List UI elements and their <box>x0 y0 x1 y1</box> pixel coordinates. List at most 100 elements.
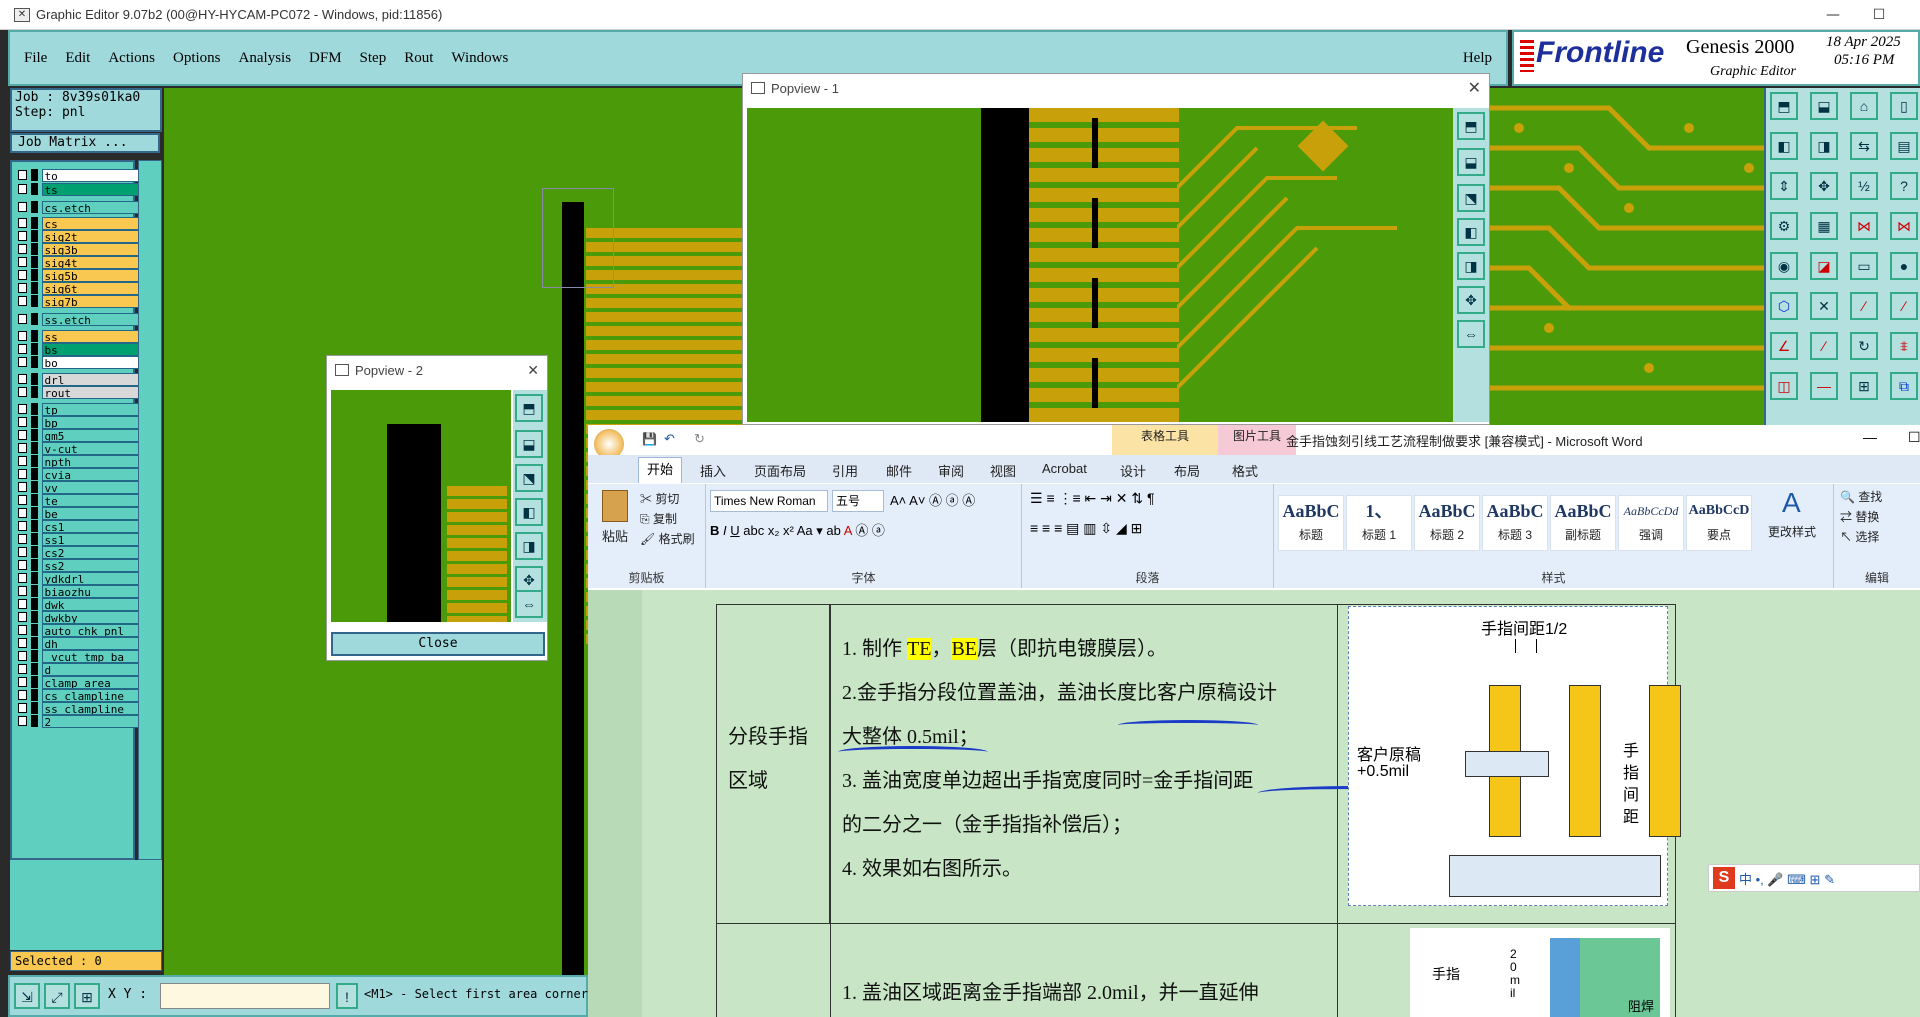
job-matrix-button[interactable]: Job Matrix ... <box>10 133 160 153</box>
layer-row[interactable]: sig6t <box>14 281 142 295</box>
layer-row[interactable]: sig2t <box>14 229 142 243</box>
tab-home[interactable]: 开始 <box>638 457 682 483</box>
format-painter-button[interactable]: 🖌 格式刷 <box>640 530 695 547</box>
layer-checkbox[interactable] <box>18 690 27 700</box>
menu-actions[interactable]: Actions <box>108 50 155 67</box>
layer-name[interactable]: ss2 <box>41 558 142 572</box>
layer-row[interactable]: clamp_area <box>14 675 142 689</box>
menu-step[interactable]: Step <box>360 50 387 67</box>
layer-name[interactable]: bs <box>41 342 142 356</box>
layer-name[interactable]: cvia <box>41 467 142 481</box>
layer-row[interactable]: ydkdrl <box>14 571 142 585</box>
layer-name[interactable]: cs <box>41 216 142 230</box>
layer-checkbox[interactable] <box>18 508 27 518</box>
save-icon[interactable]: 💾 <box>642 432 657 446</box>
tool-icon[interactable]: ⬒ <box>1770 92 1798 120</box>
layer-name[interactable]: bp <box>41 415 142 429</box>
layer-checkbox[interactable] <box>18 443 27 453</box>
layer-checkbox[interactable] <box>18 586 27 596</box>
change-styles-icon[interactable]: A <box>1782 487 1801 519</box>
layer-row[interactable]: dwkby <box>14 610 142 624</box>
menu-file[interactable]: File <box>24 50 47 67</box>
layer-affected-marker[interactable] <box>30 201 38 213</box>
layer-name[interactable]: auto_chk_pnl <box>41 623 142 637</box>
font-format-icons[interactable]: B I U abc x₂ x² Aa ▾ ab A Ⓐ ⓐ <box>710 520 885 539</box>
tool-icon[interactable]: ⧉ <box>1890 372 1918 400</box>
layer-affected-marker[interactable] <box>30 442 38 454</box>
zoom-icon[interactable]: ⇲ <box>14 983 40 1009</box>
layer-row[interactable]: cs_clampline <box>14 688 142 702</box>
layer-row[interactable]: dh <box>14 636 142 650</box>
pan-right-icon[interactable]: ◨ <box>515 532 543 560</box>
menu-dfm[interactable]: DFM <box>309 50 342 67</box>
layer-affected-marker[interactable] <box>30 217 38 229</box>
tool-icon[interactable]: ◨ <box>1810 132 1838 160</box>
layer-name[interactable]: _vcut_tmp_ba <box>41 649 142 663</box>
pan-left-icon[interactable]: ◧ <box>515 498 543 526</box>
layer-affected-marker[interactable] <box>30 572 38 584</box>
move-icon[interactable]: ⇔ <box>1457 320 1485 348</box>
tool-icon[interactable]: ◫ <box>1770 372 1798 400</box>
layer-checkbox[interactable] <box>18 625 27 635</box>
layer-affected-marker[interactable] <box>30 559 38 571</box>
layer-checkbox[interactable] <box>18 344 27 354</box>
layer-affected-marker[interactable] <box>30 282 38 294</box>
layer-checkbox[interactable] <box>18 677 27 687</box>
layer-checkbox[interactable] <box>18 184 27 194</box>
layer-checkbox[interactable] <box>18 560 27 570</box>
layer-name[interactable]: dh <box>41 636 142 650</box>
list-icons[interactable]: ☰ ≡ ⋮≡ ⇤ ⇥ ✕ ⇅ ¶ <box>1030 490 1155 507</box>
layer-name[interactable]: sig3b <box>41 242 142 256</box>
layer-name[interactable]: bo <box>41 355 142 369</box>
layer-checkbox[interactable] <box>18 482 27 492</box>
style-heading-1[interactable]: 1、 标题 1 <box>1346 495 1412 551</box>
select-button[interactable]: ↖ 选择 <box>1840 528 1879 545</box>
tab-table-layout[interactable]: 布局 <box>1174 461 1200 480</box>
tool-icon[interactable]: ● <box>1890 252 1918 280</box>
layer-affected-marker[interactable] <box>30 520 38 532</box>
layer-checkbox[interactable] <box>18 456 27 466</box>
menu-rout[interactable]: Rout <box>404 50 433 67</box>
layer-row[interactable]: sig3b <box>14 242 142 256</box>
layer-name[interactable]: drl <box>41 372 142 386</box>
layer-affected-marker[interactable] <box>30 169 38 181</box>
layer-checkbox[interactable] <box>18 231 27 241</box>
layer-affected-marker[interactable] <box>30 468 38 480</box>
layer-checkbox[interactable] <box>18 170 27 180</box>
minimize-icon[interactable]: — <box>1810 0 1856 30</box>
pan-icon[interactable]: ⤢ <box>44 983 70 1009</box>
pan-right-icon[interactable]: ◨ <box>1457 252 1485 280</box>
layer-name[interactable]: sig7b <box>41 294 142 308</box>
close-icon[interactable]: ✕ <box>527 362 539 379</box>
layer-affected-marker[interactable] <box>30 637 38 649</box>
layer-checkbox[interactable] <box>18 357 27 367</box>
layer-checkbox[interactable] <box>18 612 27 622</box>
style-heading-3[interactable]: AaBbC 标题 3 <box>1482 495 1548 551</box>
paste-icon[interactable] <box>602 490 628 522</box>
layer-row[interactable]: _vcut_tmp_ba <box>14 649 142 663</box>
tab-layout[interactable]: 页面布局 <box>754 461 806 480</box>
layer-affected-marker[interactable] <box>30 702 38 714</box>
layer-row[interactable]: ts <box>14 182 142 196</box>
layer-checkbox[interactable] <box>18 387 27 397</box>
copy-button[interactable]: ⎘ 复制 <box>640 510 677 527</box>
zoom-in-icon[interactable]: ⬓ <box>1457 148 1485 176</box>
layer-affected-marker[interactable] <box>30 269 38 281</box>
maximize-icon[interactable]: ☐ <box>1908 429 1920 446</box>
layer-affected-marker[interactable] <box>30 256 38 268</box>
layer-name[interactable]: ss_clampline <box>41 701 142 715</box>
close-button[interactable]: Close <box>331 632 545 656</box>
layer-row[interactable]: sig4t <box>14 255 142 269</box>
tool-icon[interactable]: ⇕ <box>1770 172 1798 200</box>
layer-row[interactable]: ss1 <box>14 532 142 546</box>
zoom-out-icon[interactable]: ⬔ <box>1457 184 1485 212</box>
layer-row[interactable]: vv <box>14 480 142 494</box>
layer-name[interactable]: cs.etch <box>41 200 142 214</box>
layer-row[interactable]: te <box>14 493 142 507</box>
layer-affected-marker[interactable] <box>30 313 38 325</box>
zoom-out-icon[interactable]: ⬔ <box>515 464 543 492</box>
layer-row[interactable]: bo <box>14 355 142 369</box>
layer-name[interactable]: cs1 <box>41 519 142 533</box>
layer-affected-marker[interactable] <box>30 356 38 368</box>
tool-icon[interactable]: ? <box>1890 172 1918 200</box>
